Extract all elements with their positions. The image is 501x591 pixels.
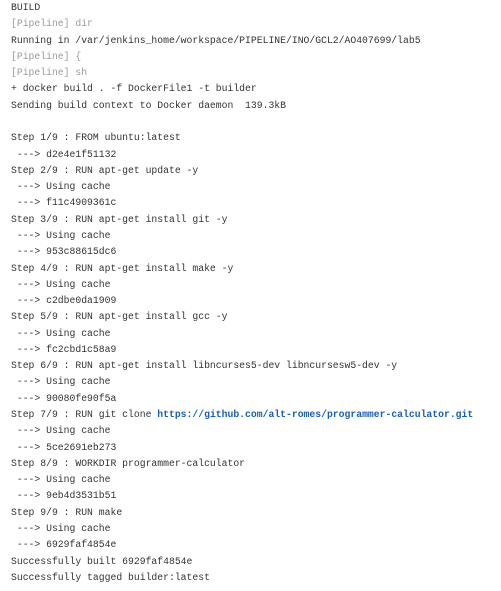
console-line-text: Sending build context to Docker daemon 1… [11, 99, 286, 111]
console-line: ---> Using cache [11, 326, 473, 342]
console-line: Step 2/9 : RUN apt-get update -y [11, 163, 473, 179]
console-output: BUILD [Pipeline] dir Running in /var/jenki… [11, 0, 473, 586]
console-line: Sending build context to Docker daemon 1… [11, 98, 473, 114]
console-line: ---> Using cache [11, 179, 473, 195]
console-line-text: ---> Using cache [11, 376, 111, 388]
console-line: Successfully tagged builder:latest [11, 570, 473, 586]
console-line-text: ---> Using cache [11, 523, 111, 534]
console-line-text: ---> Using cache [11, 229, 111, 241]
console-line: ---> d2e4e1f51132 [11, 147, 473, 163]
console-line: ---> Using cache [11, 521, 473, 537]
console-line: ---> Using cache [11, 472, 473, 488]
console-line-text: ---> 6929faf4854e [11, 539, 117, 551]
console-line-text: BUILD [11, 2, 41, 13]
console-line-text: ---> 953c88615dc6 [11, 246, 117, 258]
console-line: ---> f11c4909361c [11, 195, 473, 211]
console-line: ---> 953c88615dc6 [11, 244, 473, 260]
console-line: Step 7/9 : RUN git clone https://github.… [11, 407, 473, 423]
console-line: Step 3/9 : RUN apt-get install git -y [11, 212, 473, 228]
console-line-text: [Pipeline] dir [11, 18, 93, 30]
console-line: Step 5/9 : RUN apt-get install gcc -y [11, 309, 473, 325]
console-line: ---> Using cache [11, 423, 473, 439]
console-line-text: Step 9/9 : RUN make [11, 506, 123, 518]
console-line-text: ---> 5ce2691eb273 [11, 441, 117, 453]
console-line-text: Step 6/9 : RUN apt-get install libncurse… [11, 360, 398, 372]
console-line: ---> 90080fe90f5a [11, 391, 473, 407]
console-line-text: ---> Using cache [11, 474, 111, 486]
console-line: ---> 6929faf4854e [11, 537, 473, 553]
console-line: Step 6/9 : RUN apt-get install libncurse… [11, 358, 473, 374]
console-line-text: Step 2/9 : RUN apt-get update -y [11, 164, 199, 176]
console-line: Step 4/9 : RUN apt-get install make -y [11, 261, 473, 277]
console-line: ---> 9eb4d3531b51 [11, 488, 473, 504]
console-line-text: [Pipeline] { [11, 50, 82, 62]
console-line-text: ---> Using cache [11, 327, 111, 339]
console-line-text: ---> 9eb4d3531b51 [11, 490, 117, 502]
pipeline-step-line: [Pipeline] dir [11, 16, 473, 32]
console-line-text: Successfully built 6929faf4854e [11, 555, 193, 567]
pipeline-step-line: [Pipeline] { [11, 49, 473, 65]
console-line-text: Successfully tagged builder:latest [11, 571, 210, 583]
pipeline-step-line: [Pipeline] sh [11, 65, 473, 81]
console-line-text: Step 7/9 : RUN git clone [11, 409, 158, 421]
console-line: ---> 5ce2691eb273 [11, 440, 473, 456]
console-line-text: Step 1/9 : FROM ubuntu:latest [11, 132, 181, 144]
console-line-text: ---> Using cache [11, 425, 111, 437]
console-line: ---> c2dbe0da1909 [11, 293, 473, 309]
console-line-text: ---> c2dbe0da1909 [11, 295, 117, 307]
console-line-text: ---> Using cache [11, 278, 111, 290]
console-line-text: [Pipeline] sh [11, 67, 88, 79]
console-line: BUILD [11, 0, 473, 16]
console-line: Step 1/9 : FROM ubuntu:latest [11, 130, 473, 146]
console-line: Successfully built 6929faf4854e [11, 554, 473, 570]
console-line: ---> Using cache [11, 374, 473, 390]
console-line-text: Running in /var/jenkins_home/workspace/P… [11, 34, 421, 46]
console-line-text: + docker build . -f DockerFile1 -t build… [11, 83, 257, 95]
console-line: Step 9/9 : RUN make [11, 505, 473, 521]
console-line: Running in /var/jenkins_home/workspace/P… [11, 33, 473, 49]
repository-link[interactable]: https://github.com/alt-romes/programmer-… [157, 409, 473, 420]
console-line-text: ---> f11c4909361c [11, 197, 117, 209]
console-line-text: ---> Using cache [11, 181, 111, 193]
console-line-text: ---> fc2cbd1c58a9 [11, 343, 117, 355]
console-line-text: Step 8/9 : WORKDIR programmer-calculator [11, 457, 246, 469]
console-line: Step 8/9 : WORKDIR programmer-calculator [11, 456, 473, 472]
console-line-text: ---> 90080fe90f5a [11, 392, 117, 404]
console-line: + docker build . -f DockerFile1 -t build… [11, 81, 473, 97]
console-line-text: Step 3/9 : RUN apt-get install git -y [11, 213, 228, 225]
console-line: ---> Using cache [11, 228, 473, 244]
console-line-text: Step 5/9 : RUN apt-get install gcc -y [11, 311, 228, 323]
console-line-text: ---> d2e4e1f51132 [11, 148, 117, 160]
console-line: ---> fc2cbd1c58a9 [11, 342, 473, 358]
console-line: ---> Using cache [11, 277, 473, 293]
console-line-text: Step 4/9 : RUN apt-get install make -y [11, 262, 234, 274]
